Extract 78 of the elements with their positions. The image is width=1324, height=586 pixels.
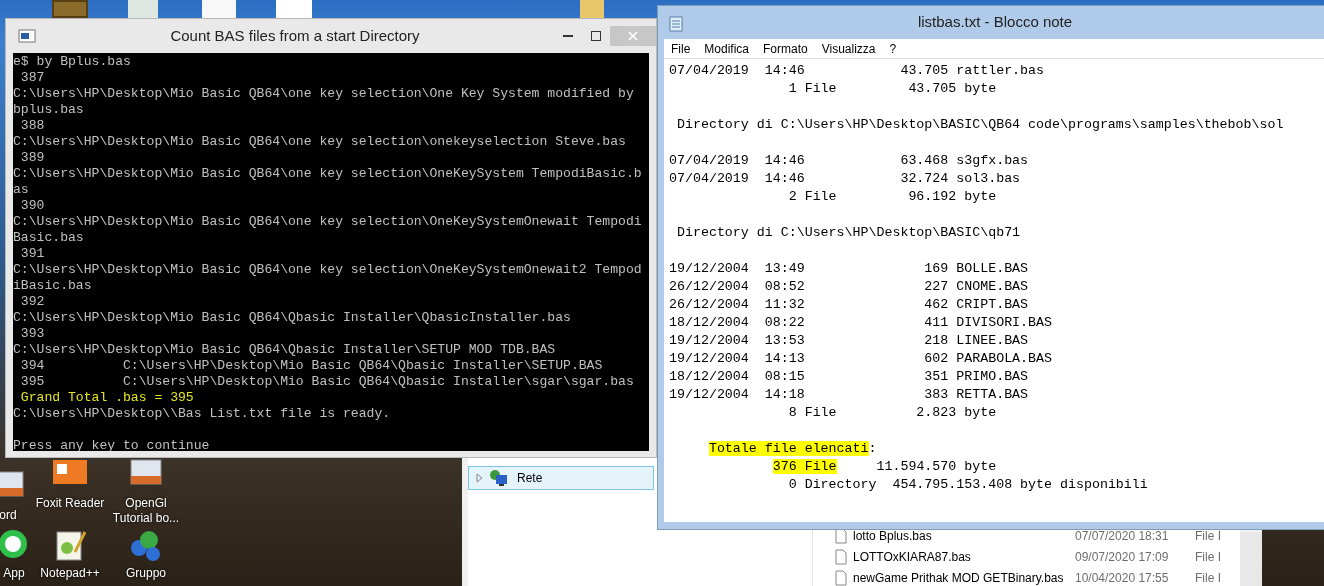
console-line: C:\Users\HP\Desktop\Mio Basic QB64\one key selection\OneKeySystemOnewait Tempodi bbox=[13, 214, 643, 230]
maximize-icon bbox=[591, 31, 601, 41]
console-line: 390 bbox=[19, 198, 46, 214]
console-line: bplus.bas bbox=[13, 102, 85, 118]
close-icon bbox=[628, 31, 638, 41]
text-line: 07/04/2019 14:46 32.724 sol3.bas bbox=[669, 170, 1022, 188]
text-line: 26/12/2004 08:52 227 CNOME.BAS bbox=[669, 278, 1030, 296]
console-line: 393 bbox=[19, 326, 46, 342]
console-line: 394 C:\Users\HP\Desktop\Mio Basic QB64\Qbasic Installer\SETUP.BAS bbox=[19, 358, 604, 374]
console-line: C:\Users\HP\Desktop\Mio Basic QB64\one key selection\OneKeySystemOnewait2 Tempod bbox=[13, 262, 643, 278]
text-line: 19/12/2004 13:53 218 LINEE.BAS bbox=[669, 332, 1030, 350]
text-line: 26/12/2004 11:32 462 CRIPT.BAS bbox=[669, 296, 1030, 314]
file-date: 07/07/2020 18:31 bbox=[1075, 527, 1170, 545]
file-name[interactable]: LOTTOxKIARA87.bas bbox=[853, 547, 971, 566]
icon-label[interactable]: App bbox=[3, 566, 25, 581]
text-line: 376 File 11.594.570 byte bbox=[771, 458, 998, 476]
menu-item[interactable]: Visualizza bbox=[814, 39, 883, 58]
menu-item[interactable]: Formato bbox=[756, 39, 815, 58]
menu-item[interactable]: ? bbox=[882, 39, 904, 58]
console-line: C:\Users\HP\Desktop\Mio Basic QB64\one key selection\OneKeySystem TempodiBasic.b bbox=[13, 166, 643, 182]
console-line: e$ by Bplus.bas bbox=[13, 54, 132, 70]
expand-arrow-icon bbox=[475, 473, 485, 483]
file-type: File I bbox=[1195, 569, 1221, 586]
menu-item[interactable]: Modifica bbox=[697, 39, 757, 58]
document-thumbnail[interactable] bbox=[276, 0, 312, 18]
minimize-icon bbox=[563, 35, 573, 37]
console-line: C:\Users\HP\Desktop\Mio Basic QB64\Qbasic Installer\QbasicInstaller.bas bbox=[13, 310, 572, 326]
text-line: 07/04/2019 14:46 43.705 rattler.bas bbox=[669, 62, 1046, 80]
file-date: 09/07/2020 17:09 bbox=[1075, 548, 1170, 566]
window-title: Count BAS files from a start Directory bbox=[169, 25, 421, 46]
icon-label[interactable]: OpenGl Tutorial bo... bbox=[108, 496, 184, 526]
icon-label[interactable]: ord bbox=[0, 508, 17, 523]
file-icon bbox=[835, 548, 847, 565]
file-name[interactable]: lotto Bplus.bas bbox=[853, 526, 932, 545]
file-icon bbox=[835, 527, 847, 544]
text-line: 19/12/2004 14:13 602 PARABOLA.BAS bbox=[669, 350, 1053, 368]
console-line: C:\Users\HP\Desktop\Mio Basic QB64\one key selection\onekeyselection Steve.bas bbox=[13, 134, 627, 150]
nav-item[interactable]: Rete bbox=[468, 466, 654, 490]
text-line: 19/12/2004 13:49 169 BOLLE.BAS bbox=[669, 260, 1030, 278]
console-line: as bbox=[13, 182, 30, 198]
text-line: 18/12/2004 08:15 351 PRIMO.BAS bbox=[669, 368, 1030, 386]
file-date: 10/04/2020 17:55 bbox=[1075, 569, 1170, 586]
window-title: listbas.txt - Blocco note bbox=[916, 12, 1074, 33]
notepad-icon bbox=[668, 13, 684, 32]
file-type: File I bbox=[1195, 548, 1221, 566]
console-line: 389 bbox=[19, 150, 46, 166]
text-line: 1 File 43.705 byte bbox=[787, 80, 998, 98]
text-line: 07/04/2019 14:46 63.468 s3gfx.bas bbox=[669, 152, 1030, 170]
console-line: 392 bbox=[19, 294, 46, 310]
console-line: Grand Total .bas = 395 bbox=[19, 390, 195, 406]
console-line: Basic.bas bbox=[13, 230, 85, 246]
text-line: 2 File 96.192 byte bbox=[787, 188, 998, 206]
console-line: 388 bbox=[19, 118, 46, 134]
icon-label[interactable]: Gruppo bbox=[126, 566, 166, 581]
console-line: Press any key to continue bbox=[13, 437, 211, 451]
file-type: File I bbox=[1195, 527, 1221, 545]
icon-label[interactable]: Notepad++ bbox=[40, 566, 100, 581]
console-line: 387 bbox=[19, 70, 46, 86]
document-thumbnail[interactable] bbox=[202, 0, 236, 18]
menu-item[interactable]: File bbox=[664, 39, 698, 58]
text-line: 0 Directory 454.795.153.408 byte disponibili bbox=[787, 476, 1149, 494]
icon-label[interactable]: Foxit Reader bbox=[35, 496, 105, 511]
file-name[interactable]: newGame Prithak MOD GETBinary.bas bbox=[853, 568, 1064, 586]
text-line: 8 File 2.823 byte bbox=[787, 404, 998, 422]
text-line: 18/12/2004 08:22 411 DIVISORI.BAS bbox=[669, 314, 1053, 332]
text-line: Directory di C:\Users\HP\Desktop\BASIC\qb71 bbox=[676, 224, 1022, 242]
text-line: 19/12/2004 14:18 383 RETTA.BAS bbox=[669, 386, 1030, 404]
console-line: 395 C:\Users\HP\Desktop\Mio Basic QB64\Qbasic Installer\sgar\sgar.bas bbox=[19, 374, 635, 390]
console-app-icon bbox=[18, 28, 36, 44]
document-thumbnail[interactable] bbox=[128, 0, 158, 18]
console-line: C:\Users\HP\Desktop\Mio Basic QB64\Qbasic Installer\SETUP MOD TDB.BAS bbox=[13, 342, 557, 358]
network-icon bbox=[489, 469, 509, 487]
console-line: 391 bbox=[19, 246, 46, 262]
console-line: C:\Users\HP\Desktop\\Bas List.txt file is ready. bbox=[13, 406, 392, 422]
console-line: iBasic.bas bbox=[13, 278, 93, 294]
console-line: C:\Users\HP\Desktop\Mio Basic QB64\one key selection\One Key System modified by bbox=[13, 86, 635, 102]
scrollbar[interactable] bbox=[1240, 532, 1262, 586]
text-line: Directory di C:\Users\HP\Desktop\BASIC\QB64 code\programs\samples\thebob\sol bbox=[676, 116, 1285, 134]
